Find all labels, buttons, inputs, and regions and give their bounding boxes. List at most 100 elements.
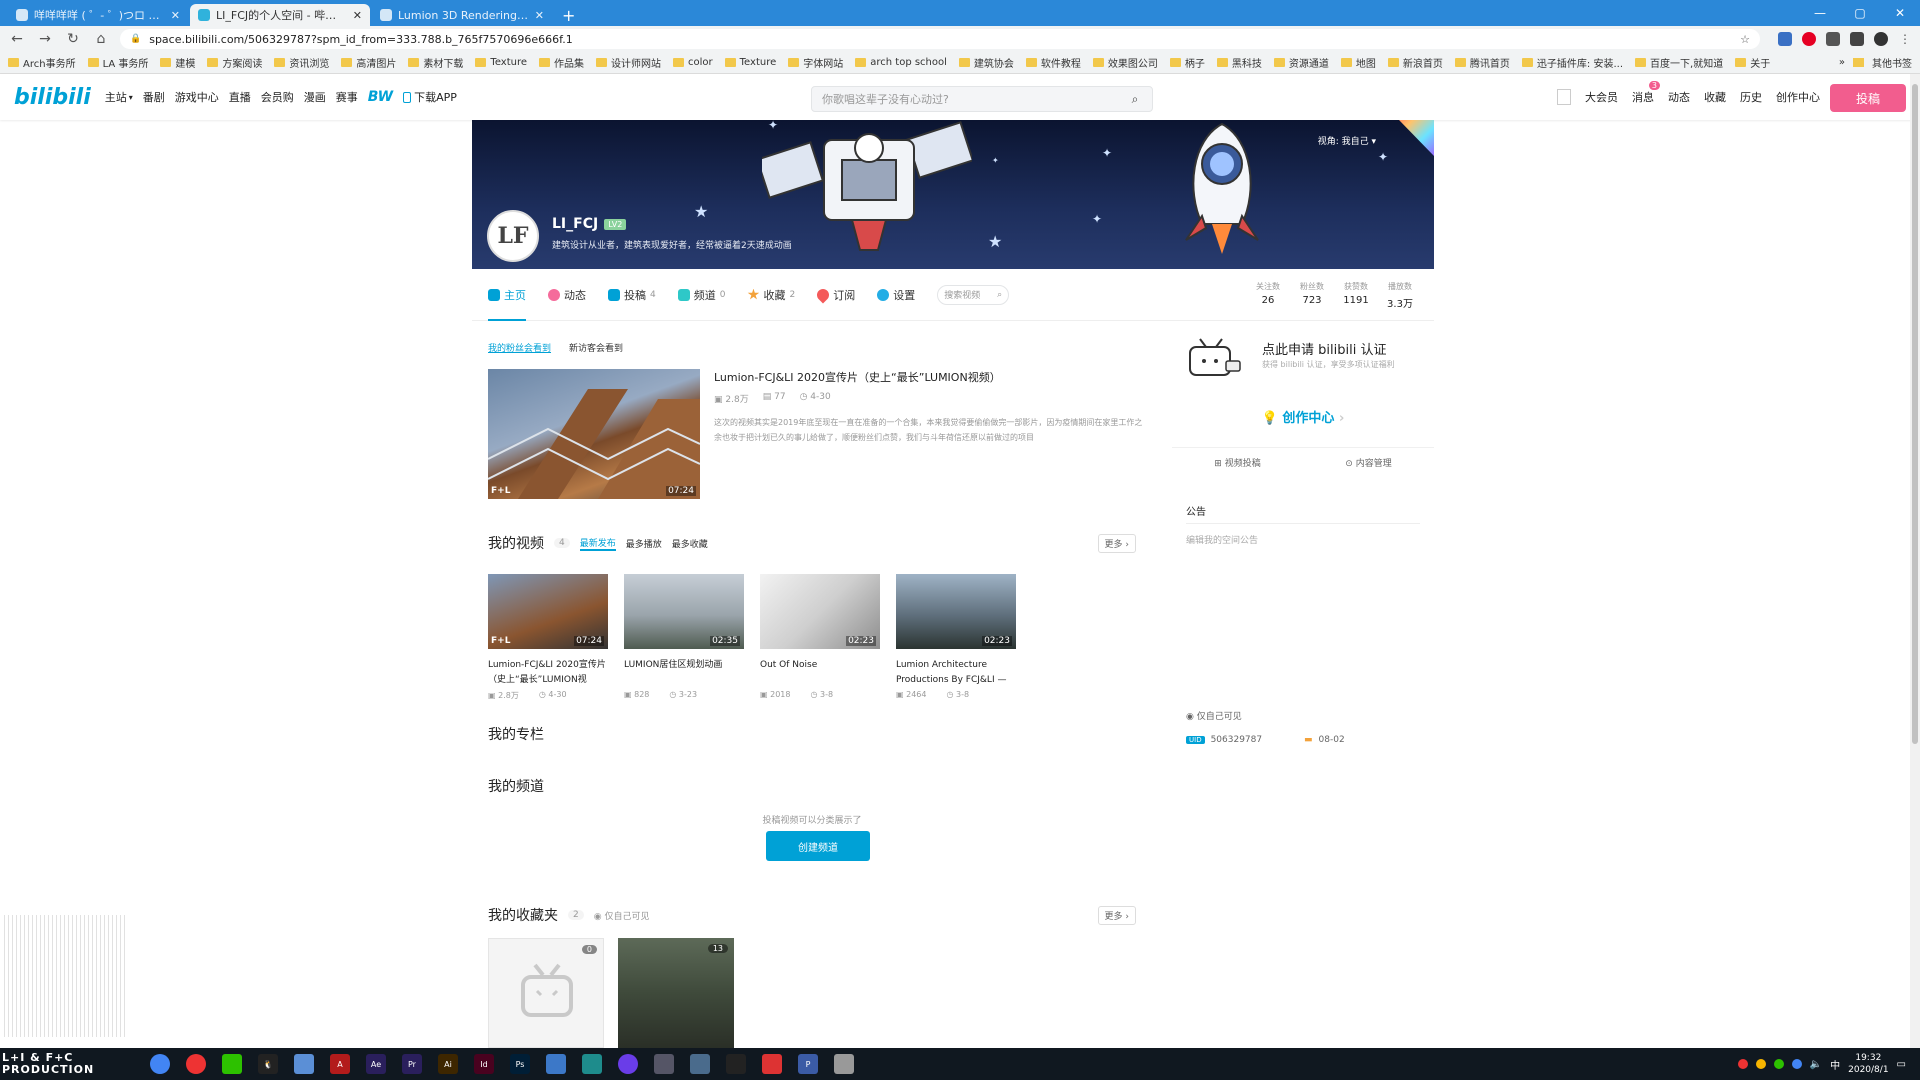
chrome-icon[interactable] (150, 1054, 170, 1074)
pinterest-icon[interactable] (1802, 32, 1816, 46)
music-app-icon[interactable] (186, 1054, 206, 1074)
content-manage-link[interactable]: ⊙ 内容管理 (1345, 456, 1391, 469)
nav-item-live[interactable]: 直播 (229, 89, 251, 105)
favorites-more-button[interactable]: 更多 › (1097, 906, 1136, 925)
post-button[interactable]: 投稿 (1830, 84, 1906, 112)
bookmark-item[interactable]: 迅子插件库: 安装... (1521, 55, 1623, 70)
close-icon[interactable]: ✕ (535, 9, 544, 22)
nav-item-bangumi[interactable]: 番剧 (143, 89, 165, 105)
search-input[interactable]: 你歌唱这辈子没有心动过? ⌕ (811, 86, 1153, 112)
bookmark-item[interactable]: 方案阅读 (207, 55, 262, 70)
tray-icon[interactable] (1755, 1059, 1766, 1069)
close-window-icon[interactable]: ✕ (1880, 0, 1920, 26)
view-as-selector[interactable]: 视角: 我自己 ▾ (1318, 134, 1376, 147)
premiere-icon[interactable]: Pr (402, 1054, 422, 1074)
tab-home[interactable]: 主页 (488, 269, 526, 321)
video-card[interactable]: F+L 07:24 Lumion-FCJ&LI 2020宣传片（史上“最长”LUM… (488, 574, 608, 701)
video-thumbnail[interactable]: 02:23 (760, 574, 880, 649)
bookmark-item[interactable]: LA 事务所 (87, 55, 148, 70)
header-favorites[interactable]: 收藏 (1704, 89, 1726, 105)
volume-icon[interactable]: 🔈 (1810, 1059, 1822, 1070)
sort-most-favorited[interactable]: 最多收藏 (672, 537, 708, 550)
extension-icon[interactable] (1826, 32, 1840, 46)
bookmark-item[interactable]: 效果图公司 (1092, 55, 1158, 70)
bookmark-item[interactable]: Texture (724, 57, 776, 68)
tab-channels[interactable]: 频道 0 (677, 269, 725, 321)
bookmark-item[interactable]: 素材下载 (408, 55, 463, 70)
app-icon[interactable] (834, 1054, 854, 1074)
video-card[interactable]: 02:35 LUMION居住区规划动画 ▣ 828 ◷ 3-23 (624, 574, 744, 699)
minimize-icon[interactable]: — (1800, 0, 1840, 26)
bookmark-item[interactable]: 腾讯首页 (1454, 55, 1510, 70)
tray-icon[interactable] (1773, 1059, 1784, 1069)
stat-following[interactable]: 关注数 26 (1254, 281, 1282, 310)
bookmark-item[interactable]: 软件教程 (1025, 55, 1081, 70)
featured-thumbnail[interactable]: F+L 07:24 (488, 369, 700, 499)
bookmark-item[interactable]: 字体网站 (788, 55, 843, 70)
back-icon[interactable]: ← (8, 31, 26, 47)
app-icon[interactable] (762, 1054, 782, 1074)
header-dynamic[interactable]: 动态 (1668, 89, 1690, 105)
app-icon[interactable] (546, 1054, 566, 1074)
close-icon[interactable]: ✕ (171, 9, 180, 22)
video-card[interactable]: 02:23 Lumion Architecture Productions By… (896, 574, 1016, 699)
new-tab-button[interactable]: + (554, 4, 583, 26)
video-thumbnail[interactable]: 02:35 (624, 574, 744, 649)
browser-tab-active[interactable]: LI_FCJ的个人空间 - 哔哩哔哩 ( ✕ (190, 4, 370, 26)
avatar[interactable]: LF (487, 210, 539, 262)
nav-item-manga[interactable]: 漫画 (304, 89, 326, 105)
page-scrollbar[interactable] (1910, 74, 1920, 1048)
subtab-visitors[interactable]: 新访客会看到 (569, 341, 623, 354)
url-input[interactable]: 🔒 space.bilibili.com/506329787?spm_id_fr… (120, 29, 1760, 49)
creator-center-link[interactable]: 💡 创作中心 › (1172, 407, 1434, 426)
nav-item-main[interactable]: 主站 (105, 89, 127, 105)
close-icon[interactable]: ✕ (353, 9, 362, 22)
forward-icon[interactable]: → (36, 31, 54, 47)
app-icon[interactable] (654, 1054, 674, 1074)
bookmark-item[interactable]: 资讯浏览 (274, 55, 329, 70)
sort-most-played[interactable]: 最多播放 (626, 537, 662, 550)
header-creator-center[interactable]: 创作中心 (1776, 89, 1820, 105)
extension-icon[interactable] (1778, 32, 1792, 46)
header-history[interactable]: 历史 (1740, 89, 1762, 105)
qq-icon[interactable]: 🐧 (258, 1054, 278, 1074)
notification-icon[interactable]: ▭ (1897, 1059, 1906, 1070)
notice-input[interactable]: 编辑我的空间公告 (1186, 533, 1258, 546)
nav-item-match[interactable]: 赛事 (336, 89, 358, 105)
search-icon[interactable]: ⌕ (1118, 87, 1152, 111)
photoshop-icon[interactable]: Ps (510, 1054, 530, 1074)
bookmark-item[interactable]: 黑科技 (1216, 55, 1262, 70)
nav-item-shop[interactable]: 会员购 (261, 89, 294, 105)
video-title[interactable]: Lumion Architecture Productions By FCJ&L… (896, 658, 1016, 688)
bookmark-item[interactable]: 地图 (1340, 55, 1376, 70)
app-icon[interactable] (618, 1054, 638, 1074)
video-title[interactable]: LUMION居住区规划动画 (624, 658, 744, 688)
illustrator-icon[interactable]: Ai (438, 1054, 458, 1074)
header-messages[interactable]: 消息 3 (1632, 81, 1660, 105)
clock[interactable]: 19:32 2020/8/1 (1848, 1052, 1888, 1076)
favorite-folder[interactable]: 13 (618, 938, 734, 1048)
app-icon[interactable]: P (798, 1054, 818, 1074)
bookmark-item[interactable]: 新浪首页 (1387, 55, 1443, 70)
bookmark-item[interactable]: 高清图片 (341, 55, 396, 70)
tab-uploads[interactable]: 投稿 4 (608, 269, 656, 321)
tab-subscriptions[interactable]: 订阅 (814, 269, 855, 321)
browser-tab[interactable]: Lumion 3D Rendering Softwa ✕ (372, 4, 552, 26)
bookmark-item[interactable]: 百度一下,就知道 (1635, 55, 1723, 70)
nav-item-bw[interactable]: BW (368, 89, 393, 105)
maximize-icon[interactable]: ▢ (1840, 0, 1880, 26)
search-icon[interactable]: ⌕ (997, 290, 1002, 300)
video-search-input[interactable]: 搜索视频 ⌕ (937, 284, 1010, 305)
tray-icon[interactable] (1737, 1059, 1748, 1069)
menu-icon[interactable]: ⋮ (1898, 32, 1912, 46)
video-title[interactable]: Lumion-FCJ&LI 2020宣传片（史上“最长”LUMION视 (488, 658, 608, 688)
acrobat-icon[interactable]: A (330, 1054, 350, 1074)
bookmark-item[interactable]: 关于 (1735, 55, 1770, 70)
bookmark-item[interactable]: 设计师网站 (596, 55, 661, 70)
home-icon[interactable]: ⌂ (92, 31, 110, 47)
bookmark-item[interactable]: Texture (475, 57, 527, 68)
tab-dynamic[interactable]: 动态 (548, 269, 586, 321)
bilibili-logo[interactable]: bilibili (14, 85, 91, 110)
nav-item-game[interactable]: 游戏中心 (175, 89, 219, 105)
featured-title[interactable]: Lumion-FCJ&LI 2020宣传片（史上“最长”LUMION视频） (714, 369, 1001, 385)
